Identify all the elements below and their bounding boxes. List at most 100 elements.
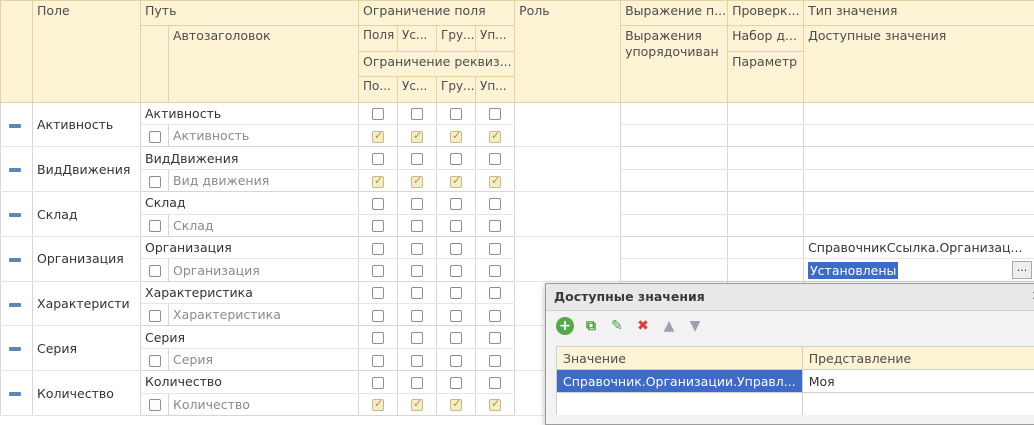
header-check[interactable]: Проверк...	[728, 1, 804, 26]
header-field[interactable]: Поле	[33, 1, 141, 103]
available-values-dialog[interactable]: Доступные значения ✕ + ⧉ ✎ ✖ ▲ ▼ Значени…	[545, 283, 1034, 425]
checkbox-icon[interactable]	[450, 332, 462, 344]
checkbox-icon[interactable]	[149, 176, 161, 188]
restriction-checkbox[interactable]	[359, 236, 398, 258]
header-available-values[interactable]: Доступные значения	[804, 26, 1034, 102]
checkbox-icon[interactable]	[372, 131, 384, 143]
value-type-cell[interactable]: СправочникСсылка.Организац...	[804, 236, 1034, 258]
restriction-checkbox[interactable]	[437, 371, 476, 393]
checkbox-icon[interactable]	[372, 220, 384, 232]
field-path[interactable]: ВидДвижения	[141, 147, 359, 169]
checkbox-icon[interactable]	[372, 153, 384, 165]
checkbox-icon[interactable]	[411, 355, 423, 367]
restriction-checkbox[interactable]	[398, 192, 437, 214]
header-order-expression[interactable]: Выражения упорядочиван	[621, 26, 728, 102]
checkbox-icon[interactable]	[450, 310, 462, 322]
checkbox-icon[interactable]	[489, 310, 501, 322]
attr-restriction-checkbox[interactable]	[476, 393, 515, 415]
checkbox-icon[interactable]	[372, 355, 384, 367]
autotitle-checkbox[interactable]	[141, 214, 169, 236]
available-values-cell[interactable]	[804, 214, 1034, 236]
field-title[interactable]: Количество	[169, 393, 359, 415]
autotitle-checkbox[interactable]	[141, 259, 169, 281]
field-name[interactable]: Склад	[33, 192, 141, 237]
available-values-cell[interactable]	[804, 169, 1034, 191]
checkbox-icon[interactable]	[149, 220, 161, 232]
checkbox-icon[interactable]	[450, 153, 462, 165]
restriction-checkbox[interactable]	[476, 281, 515, 303]
checkbox-icon[interactable]	[149, 131, 161, 143]
header-sub2-1[interactable]: По...	[359, 77, 398, 102]
attr-restriction-checkbox[interactable]	[398, 304, 437, 326]
checkbox-icon[interactable]	[372, 198, 384, 210]
checkbox-icon[interactable]	[411, 198, 423, 210]
checkbox-icon[interactable]	[372, 399, 384, 411]
header-sub2-2[interactable]: Ус...	[398, 77, 437, 102]
field-name[interactable]: Активность	[33, 102, 141, 147]
restriction-checkbox[interactable]	[476, 326, 515, 348]
header-sub-4[interactable]: Уп...	[476, 26, 515, 51]
role-cell[interactable]	[515, 236, 621, 281]
header-dataset[interactable]: Набор д...	[728, 26, 804, 51]
attr-restriction-checkbox[interactable]	[398, 348, 437, 370]
order-expression-cell[interactable]	[621, 125, 728, 147]
restriction-checkbox[interactable]	[359, 281, 398, 303]
value-cell[interactable]: Справочник.Организации.Управл...	[557, 370, 803, 393]
role-cell[interactable]	[515, 192, 621, 237]
restriction-checkbox[interactable]	[359, 192, 398, 214]
table-row[interactable]: СкладСклад	[1, 192, 1034, 214]
field-title[interactable]: Серия	[169, 348, 359, 370]
restriction-checkbox[interactable]	[476, 147, 515, 169]
copy-icon[interactable]: ⧉	[582, 317, 600, 335]
checkbox-icon[interactable]	[372, 377, 384, 389]
check-cell[interactable]	[728, 192, 804, 214]
order-expression-cell[interactable]	[621, 169, 728, 191]
restriction-checkbox[interactable]	[437, 102, 476, 124]
autotitle-checkbox[interactable]	[141, 304, 169, 326]
attr-restriction-checkbox[interactable]	[437, 348, 476, 370]
attr-restriction-checkbox[interactable]	[359, 259, 398, 281]
checkbox-icon[interactable]	[489, 243, 501, 255]
header-sub-1[interactable]: Поля	[359, 26, 398, 51]
checkbox-icon[interactable]	[489, 399, 501, 411]
value-type-cell[interactable]	[804, 147, 1034, 169]
parameter-cell[interactable]	[728, 259, 804, 281]
field-path[interactable]: Склад	[141, 192, 359, 214]
checkbox-icon[interactable]	[450, 220, 462, 232]
attr-restriction-checkbox[interactable]	[359, 125, 398, 147]
header-attr-restriction[interactable]: Ограничение реквиз...	[359, 51, 515, 76]
field-title[interactable]: Организация	[169, 259, 359, 281]
attr-restriction-checkbox[interactable]	[437, 304, 476, 326]
field-name[interactable]: ВидДвижения	[33, 147, 141, 192]
field-name[interactable]: Организация	[33, 236, 141, 281]
representation-cell[interactable]: Моя	[802, 370, 1034, 393]
checkbox-icon[interactable]	[489, 198, 501, 210]
value-type-cell[interactable]	[804, 192, 1034, 214]
checkbox-icon[interactable]	[450, 355, 462, 367]
restriction-checkbox[interactable]	[398, 147, 437, 169]
restriction-checkbox[interactable]	[437, 147, 476, 169]
attr-restriction-checkbox[interactable]	[359, 348, 398, 370]
attr-restriction-checkbox[interactable]	[476, 348, 515, 370]
checkbox-icon[interactable]	[372, 176, 384, 188]
checkbox-icon[interactable]	[149, 265, 161, 277]
attr-restriction-checkbox[interactable]	[437, 169, 476, 191]
restriction-checkbox[interactable]	[476, 371, 515, 393]
checkbox-icon[interactable]	[450, 399, 462, 411]
checkbox-icon[interactable]	[411, 131, 423, 143]
restriction-checkbox[interactable]	[398, 326, 437, 348]
checkbox-icon[interactable]	[450, 131, 462, 143]
header-sub2-4[interactable]: Уп...	[476, 77, 515, 102]
move-down-icon[interactable]: ▼	[686, 317, 704, 335]
field-name[interactable]: Количество	[33, 371, 141, 416]
restriction-checkbox[interactable]	[437, 236, 476, 258]
attr-restriction-checkbox[interactable]	[398, 393, 437, 415]
value-type-cell[interactable]	[804, 102, 1034, 124]
checkbox-icon[interactable]	[411, 399, 423, 411]
check-cell[interactable]	[728, 147, 804, 169]
autotitle-checkbox[interactable]	[141, 393, 169, 415]
parameter-cell[interactable]	[728, 169, 804, 191]
attr-restriction-checkbox[interactable]	[437, 393, 476, 415]
restriction-checkbox[interactable]	[437, 326, 476, 348]
checkbox-icon[interactable]	[411, 332, 423, 344]
